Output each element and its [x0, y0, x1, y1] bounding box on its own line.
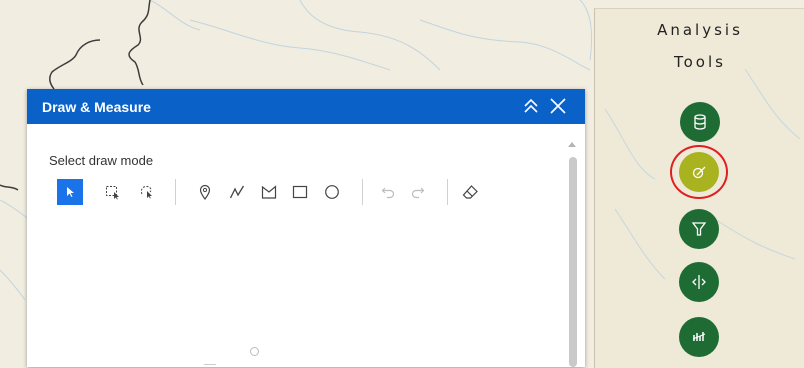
map-marker-remnant	[250, 347, 259, 356]
polygon-icon	[261, 185, 277, 199]
chart-tool-button[interactable]	[679, 317, 719, 357]
rectangle-select-icon	[106, 186, 119, 200]
analysis-title-line1: Analysis	[657, 21, 743, 39]
pointer-icon	[67, 187, 74, 197]
database-tool-button[interactable]	[680, 102, 720, 142]
swipe-tool-button[interactable]	[679, 262, 719, 302]
redo-icon	[411, 187, 425, 199]
panel-title: Draw & Measure	[42, 99, 151, 115]
database-icon	[694, 114, 706, 130]
swipe-icon	[692, 275, 706, 289]
collapse-icon[interactable]	[520, 95, 542, 117]
toolbar-divider	[447, 179, 448, 205]
redo-tool[interactable]	[405, 179, 431, 205]
undo-tool[interactable]	[375, 179, 401, 205]
close-icon[interactable]	[547, 95, 569, 117]
highlight-ring	[670, 145, 728, 199]
eraser-icon	[462, 185, 478, 199]
select-tool[interactable]	[57, 179, 83, 205]
circle-icon	[325, 185, 339, 199]
map-pin-icon	[199, 184, 211, 200]
panel-body: Select draw mode	[27, 124, 585, 367]
toolbar-divider	[362, 179, 363, 205]
select-draw-mode-label: Select draw mode	[49, 153, 154, 168]
polygon-tool[interactable]	[256, 179, 282, 205]
clear-tool[interactable]	[457, 179, 483, 205]
scroll-up-arrow-icon[interactable]	[568, 142, 576, 147]
draw-measure-panel: Draw & Measure Select draw mode	[27, 89, 585, 367]
toolbar-divider	[175, 179, 176, 205]
rectangle-select-tool[interactable]	[100, 179, 126, 205]
filter-tool-button[interactable]	[679, 209, 719, 249]
rectangle-icon	[292, 185, 308, 199]
polyline-tool[interactable]	[224, 179, 250, 205]
undo-icon	[381, 187, 395, 199]
filter-icon	[691, 222, 707, 236]
scrollbar-thumb[interactable]	[569, 157, 577, 367]
rectangle-tool[interactable]	[287, 179, 313, 205]
circle-tool[interactable]	[319, 179, 345, 205]
lasso-select-icon	[140, 185, 152, 199]
point-tool[interactable]	[192, 179, 218, 205]
map-line-remnant	[204, 364, 216, 365]
analysis-title-line2: Tools	[674, 53, 726, 71]
chart-icon	[692, 332, 706, 341]
polyline-icon	[229, 185, 245, 199]
panel-header: Draw & Measure	[27, 89, 585, 124]
lasso-select-tool[interactable]	[134, 179, 160, 205]
